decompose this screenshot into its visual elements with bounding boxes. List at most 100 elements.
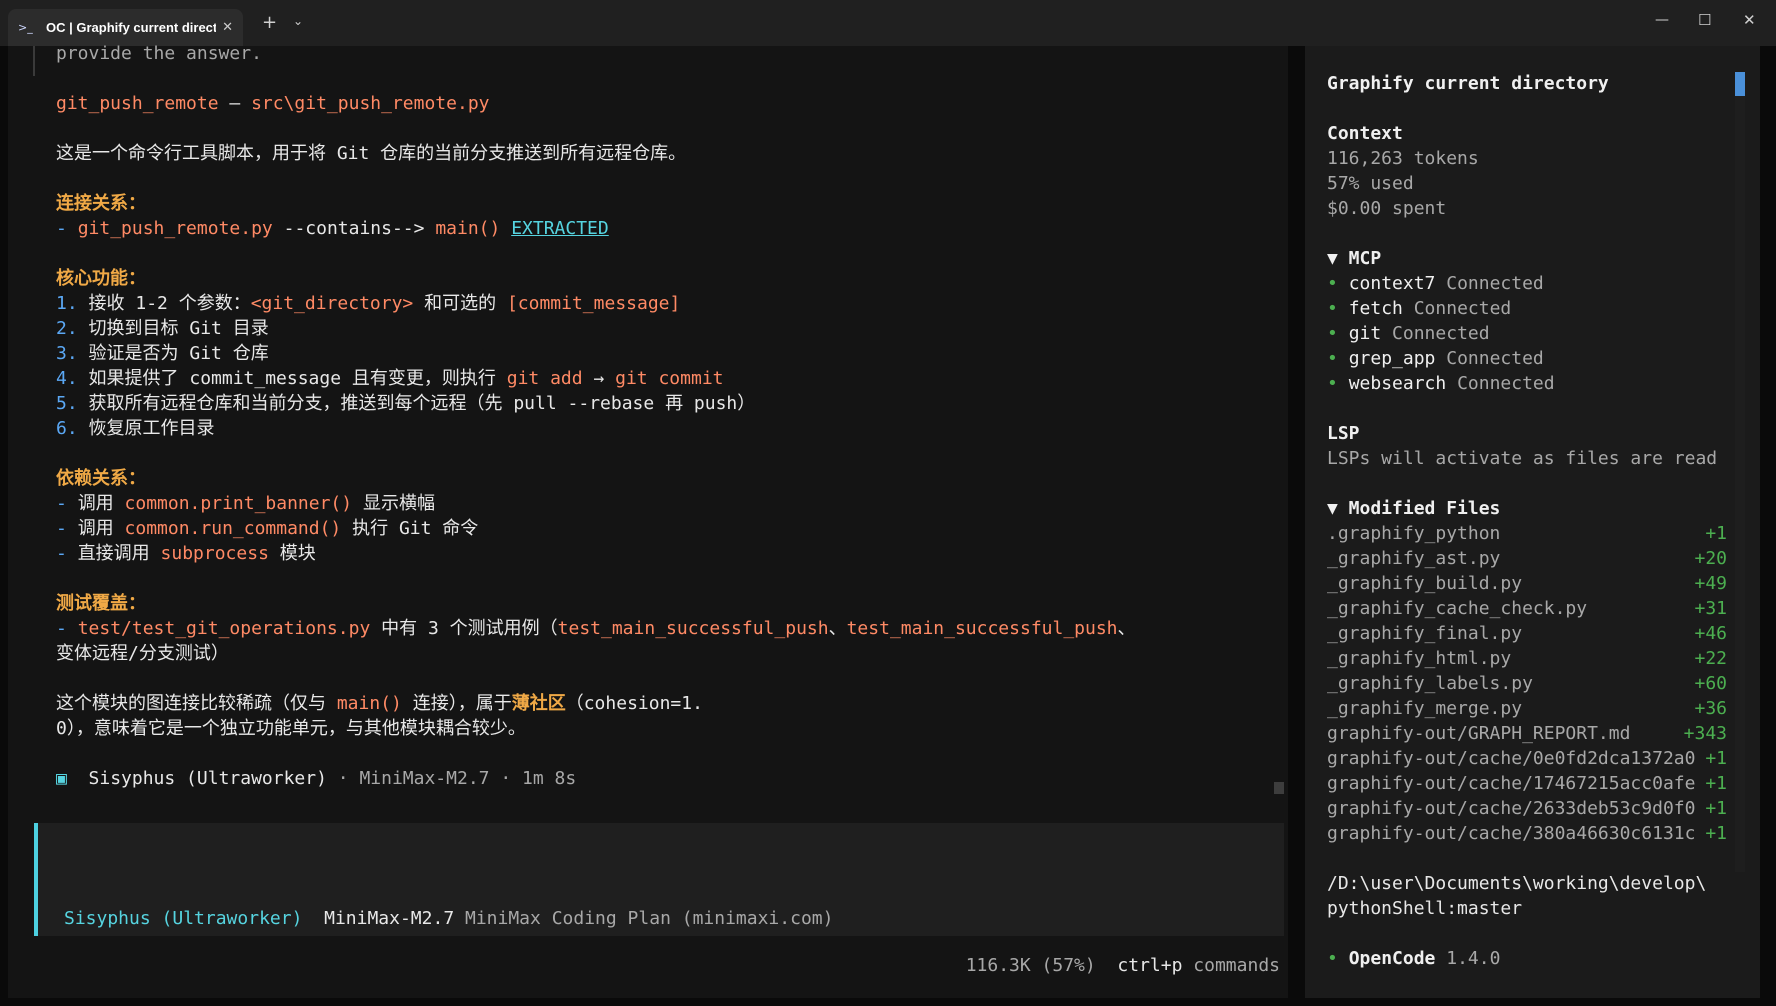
cwd-path-line2: pythonShell:master [1327,898,1523,919]
modified-files-heading[interactable]: ▼ Modified Files [1327,496,1727,521]
modified-file-item[interactable]: _graphify_final.py +46 [1327,621,1727,646]
transcript-line [56,116,1136,141]
modified-file-item[interactable]: graphify-out/cache/17467215acc0afe +1 [1327,771,1727,796]
transcript-segment: 测试覆盖： [56,593,146,614]
modified-file-item[interactable]: _graphify_labels.py +60 [1327,671,1727,696]
modified-file-item[interactable]: _graphify_html.py +22 [1327,646,1727,671]
mcp-server-item[interactable]: • grep_app Connected [1327,346,1727,371]
prompt-box[interactable]: Sisyphus (Ultraworker) MiniMax-M2.7 Mini… [34,823,1284,936]
transcript-line: 3. 验证是否为 Git 仓库 [56,341,1136,366]
mcp-server-name: context7 [1348,273,1436,294]
new-tab-button[interactable]: + [262,12,277,33]
transcript-segment: 显示横幅 [352,493,435,514]
modified-file-item[interactable]: _graphify_build.py +49 [1327,571,1727,596]
transcript-line [56,566,1136,591]
modified-file-item[interactable]: _graphify_merge.py +36 [1327,696,1727,721]
transcript-segment: 1. [56,293,89,314]
transcript-line: 连接关系： [56,191,1136,216]
transcript-segment: - [56,543,78,564]
sidebar-scrollbar[interactable] [1735,72,1745,96]
file-name: _graphify_html.py [1327,648,1512,669]
modified-file-item[interactable]: graphify-out/GRAPH_REPORT.md +343 [1327,721,1727,746]
transcript-segment: test_main_successful_push [557,618,829,639]
transcript-line [56,666,1136,691]
transcript-line: - git_push_remote.py --contains--> main(… [56,216,1136,241]
transcript-line: ▣ Sisyphus (Ultraworker) · MiniMax-M2.7 … [56,766,1136,791]
extracted-link[interactable]: EXTRACTED [511,218,609,239]
modified-file-item[interactable]: graphify-out/cache/2633deb53c9d0f0 +1 [1327,796,1727,821]
transcript-segment: common.run_command() [124,518,342,539]
modified-file-item[interactable]: .graphify_python +1 [1327,521,1727,546]
conversation-panel: provide the answer. git_push_remote — src… [8,43,1288,998]
transcript-segment: git_push_remote.py [77,218,273,239]
mcp-server-status: Connected [1457,373,1555,394]
modified-file-item[interactable]: graphify-out/cache/0e0fd2dca1372a0 +1 [1327,746,1727,771]
mcp-server-name: websearch [1348,373,1447,394]
transcript-line: - 直接调用 subprocess 模块 [56,541,1136,566]
file-additions: +20 [1694,548,1727,569]
transcript-segment: · MiniMax-M2.7 · 1m 8s [326,768,577,789]
minimize-button[interactable]: — [1655,12,1669,28]
context-tokens: 116,263 tokens [1327,148,1479,169]
transcript-scrollbar[interactable] [1274,782,1284,794]
app-version: 1.4.0 [1446,948,1501,969]
transcript-segment: src\git_push_remote.py [251,93,490,114]
file-additions: +22 [1694,648,1727,669]
transcript-segment: 核心功能： [56,268,146,289]
transcript: provide the answer. git_push_remote — src… [56,41,1136,791]
mcp-server-item[interactable]: • fetch Connected [1327,296,1727,321]
context-spent: $0.00 spent [1327,198,1447,219]
session-sidebar: Graphify current directory Context 116,2… [1305,46,1760,998]
tab-close-icon[interactable]: ✕ [222,20,233,35]
modified-file-item[interactable]: _graphify_ast.py +20 [1327,546,1727,571]
transcript-line: git_push_remote — src\git_push_remote.py [56,91,1136,116]
cwd-path-line1: /D:\user\Documents\working\develop\ [1327,873,1707,894]
maximize-button[interactable]: ☐ [1698,11,1711,29]
transcript-segment: 执行 Git 命令 [341,518,479,539]
transcript-segment: [commit_message] [506,293,681,314]
quote-rule [33,46,35,76]
transcript-segment: test/test_git_operations.py [77,618,371,639]
transcript-segment: 接收 1-2 个参数： [88,293,251,314]
tab-title: OC | Graphify current directory [46,20,217,35]
transcript-segment: test_main_successful_push [846,618,1118,639]
transcript-line: 这是一个命令行工具脚本，用于将 Git 仓库的当前分支推送到所有远程仓库。 [56,141,1136,166]
transcript-line: 1. 接收 1-2 个参数：<git_directory> 和可选的 [comm… [56,291,1136,316]
file-additions: +31 [1694,598,1727,619]
file-name: _graphify_cache_check.py [1327,598,1588,619]
transcript-segment: subprocess [160,543,269,564]
modified-file-item[interactable]: _graphify_cache_check.py +31 [1327,596,1727,621]
file-name: _graphify_final.py [1327,623,1523,644]
file-additions: +46 [1694,623,1727,644]
file-name: _graphify_ast.py [1327,548,1501,569]
transcript-segment: git commit [615,368,724,389]
mcp-heading[interactable]: ▼ MCP [1327,246,1727,271]
token-usage: 116.3K (57%) [965,955,1096,976]
transcript-segment: 直接调用 [77,543,161,564]
transcript-line: provide the answer. [56,41,1136,66]
transcript-segment: 连接关系： [56,193,146,214]
mcp-server-item[interactable]: • context7 Connected [1327,271,1727,296]
transcript-segment: --contains--> [272,218,436,239]
transcript-segment: 这是一个命令行工具脚本，用于将 Git 仓库的当前分支推送到所有远程仓库。 [56,143,687,164]
title-bar: >_ OC | Graphify current directory ✕ + ⌄… [0,0,1776,46]
modified-file-item[interactable]: graphify-out/cache/380a46630c6131c +1 [1327,821,1727,846]
file-name: graphify-out/cache/17467215acc0afe [1327,773,1696,794]
model-name[interactable]: MiniMax-M2.7 [324,908,454,929]
prompt-accent-bar [34,823,38,936]
mcp-server-item[interactable]: • git Connected [1327,321,1727,346]
chevron-down-icon[interactable]: ⌄ [293,14,303,28]
transcript-segment: 4. [56,368,89,389]
mcp-server-status: Connected [1413,298,1512,319]
mcp-server-list: • context7 Connected • fetch Connected • g… [1327,271,1727,396]
transcript-segment: （cohesion=1. [565,693,703,714]
transcript-segment: 切换到目标 Git 目录 [88,318,269,339]
agent-name[interactable]: Sisyphus (Ultraworker) [64,908,302,929]
file-additions: +49 [1694,573,1727,594]
transcript-line [56,166,1136,191]
mcp-server-item[interactable]: • websearch Connected [1327,371,1727,396]
file-name: _graphify_build.py [1327,573,1523,594]
transcript-segment: → [582,368,616,389]
close-window-button[interactable]: ✕ [1743,11,1756,29]
commands-shortcut[interactable]: ctrl+p [1117,955,1182,976]
